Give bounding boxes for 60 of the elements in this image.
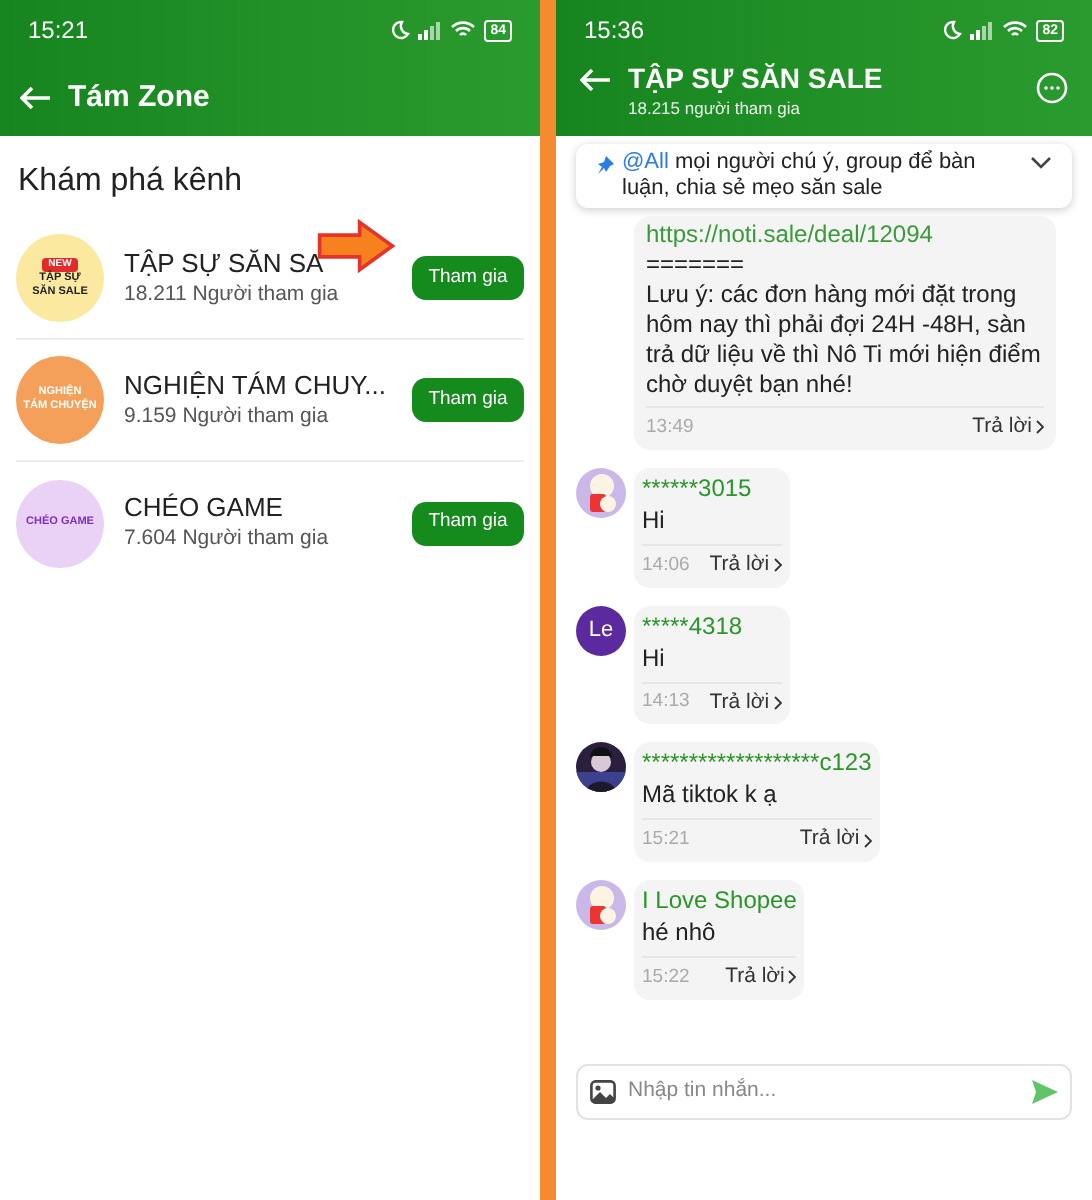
sender-name: *****4318	[642, 611, 745, 641]
image-icon[interactable]	[590, 1080, 616, 1104]
reply-button[interactable]: Trả lời	[709, 687, 782, 719]
message-text: hé nhô	[642, 916, 718, 950]
chevron-right-icon	[773, 695, 782, 710]
member-count: 9.159 Người tham gia	[124, 401, 331, 432]
channel-name: NGHIỆN TÁM CHUY...	[124, 367, 386, 402]
message-text: Mã tiktok k ạ	[642, 778, 779, 813]
channel-name: TẬP SỰ SĂN SA	[124, 245, 324, 280]
pinned-banner[interactable]: @All mọi người chú ý, group để bàn luận, chia sẻ mẹo săn sale	[576, 144, 1072, 208]
message-input[interactable]: Nhập tin nhắn...	[576, 1064, 1072, 1120]
status-time: 15:21	[28, 14, 89, 48]
pinned-message: @All mọi người chú ý, group để bàn luận, chia sẻ mẹo săn sale	[622, 150, 978, 202]
member-count: 7.604 Người tham gia	[124, 524, 331, 555]
avatar	[576, 880, 626, 930]
reply-button[interactable]: Trả lời	[799, 824, 872, 856]
more-icon[interactable]	[1036, 72, 1068, 104]
chevron-right-icon	[1036, 420, 1044, 435]
message-text: Hi	[642, 503, 667, 538]
message-time: 13:49	[646, 413, 694, 442]
message-input-field[interactable]: Nhập tin nhắn...	[628, 1076, 1020, 1108]
reply-button[interactable]: Trả lời	[709, 549, 782, 581]
member-count: 18.211 Người tham gia	[124, 279, 341, 310]
chevron-right-icon	[863, 833, 872, 848]
status-time: 15:36	[584, 14, 645, 48]
reply-button[interactable]: Trả lời	[725, 962, 797, 994]
chevron-down-icon[interactable]	[1030, 156, 1052, 170]
message-text: =======	[646, 250, 747, 280]
avatar: Le	[576, 605, 626, 655]
message-text: Hi	[642, 641, 667, 675]
section-title: Khám phá kênh	[16, 162, 245, 202]
message-time: 15:22	[642, 963, 690, 992]
message-text: Lưu ý: các đơn hàng mới đặt trong hôm nay thì phải đợi 24H -48H, sàn trả dữ liệu về thì Nô Ti mới hiện điểm chờ duyệt bạn nhé!	[646, 280, 1043, 400]
member-count: 18.215 người tham gia	[628, 96, 802, 122]
signal-icon	[970, 21, 995, 39]
message-time: 14:06	[642, 551, 690, 579]
sender-name: *******************c123	[642, 748, 872, 779]
join-button[interactable]: Tham gia	[412, 501, 524, 545]
back-arrow-icon[interactable]	[580, 68, 612, 92]
header-title: Tám Zone	[68, 77, 210, 118]
wifi-icon	[1002, 20, 1029, 40]
back-arrow-icon[interactable]	[20, 86, 52, 110]
mention-link[interactable]: @All	[622, 150, 669, 174]
wifi-icon	[450, 20, 477, 40]
pin-icon	[596, 156, 614, 176]
moon-icon	[390, 20, 411, 40]
moon-icon	[942, 20, 963, 40]
channel-name: CHÉO GAME	[124, 490, 283, 525]
message-time: 15:21	[642, 826, 690, 854]
sender-name: ******3015	[642, 473, 754, 504]
chat-title: TẬP SỰ SĂN SALE	[628, 60, 885, 96]
avatar	[576, 467, 626, 518]
reply-button[interactable]: Trả lời	[972, 412, 1044, 444]
chevron-right-icon	[788, 970, 797, 985]
join-button[interactable]: Tham gia	[412, 378, 524, 422]
signal-icon	[418, 21, 443, 39]
message-time: 14:13	[642, 688, 690, 717]
join-button[interactable]: Tham gia	[412, 256, 524, 300]
sender-name: I Love Shopee	[642, 886, 797, 916]
chevron-right-icon	[773, 558, 782, 573]
